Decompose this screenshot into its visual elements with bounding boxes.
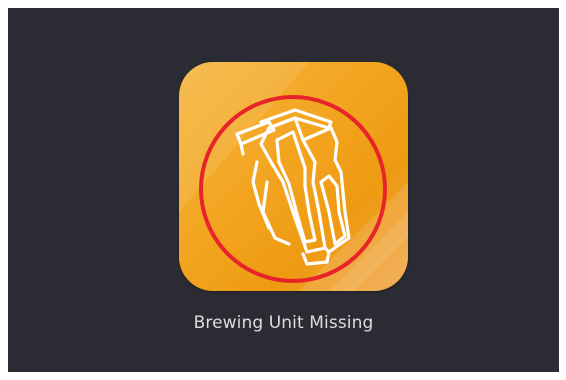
status-tile (179, 62, 408, 291)
machine-display: Brewing Unit Missing (8, 8, 559, 372)
brewing-unit-missing-icon (199, 95, 387, 283)
status-message: Brewing Unit Missing (193, 313, 374, 333)
